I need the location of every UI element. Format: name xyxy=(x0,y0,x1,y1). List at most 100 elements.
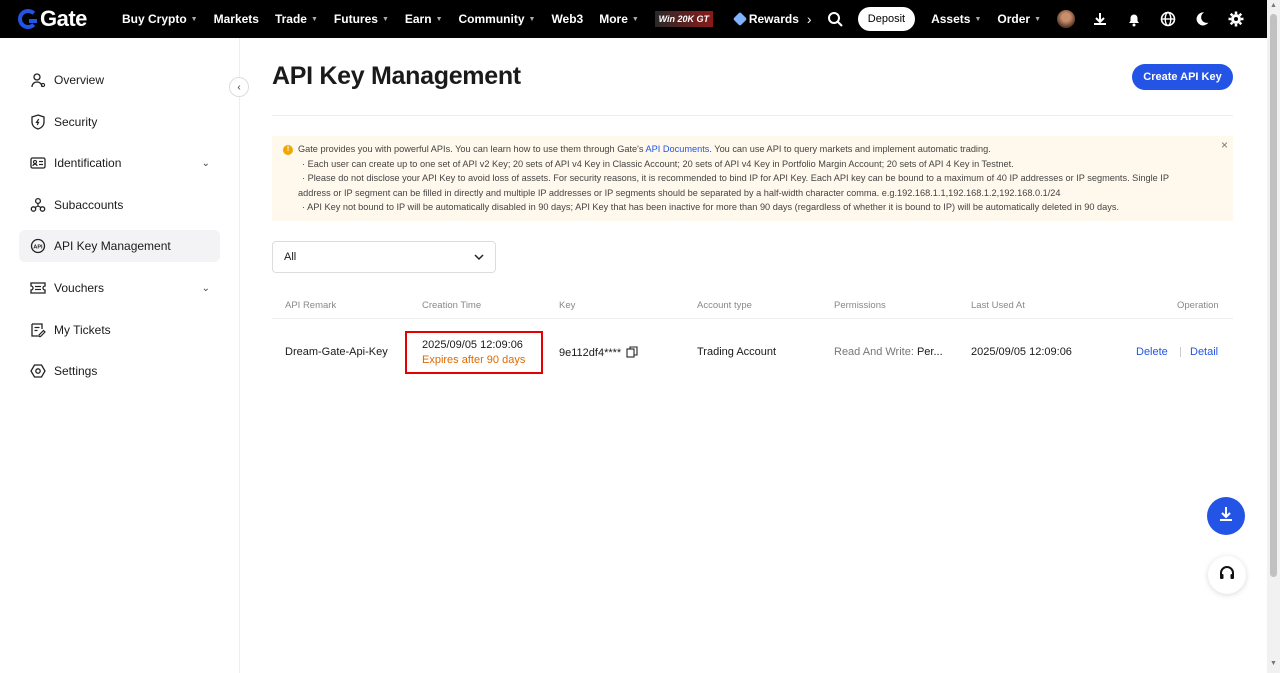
nav-markets[interactable]: Markets xyxy=(214,12,259,26)
column-header-creation-time: Creation Time xyxy=(422,300,482,311)
sidebar-item-settings[interactable]: Settings xyxy=(19,355,220,387)
scroll-down-icon[interactable]: ▼ xyxy=(1270,660,1277,667)
column-header-api-remark: API Remark xyxy=(285,300,337,311)
column-header-account-type: Account type xyxy=(697,300,752,311)
rewards-icon xyxy=(732,11,747,27)
create-api-key-button[interactable]: Create API Key xyxy=(1132,64,1233,90)
headset-icon xyxy=(1218,564,1236,587)
creation-time-highlight xyxy=(405,331,543,374)
sidebar-item-my-tickets[interactable]: My Tickets xyxy=(19,314,220,346)
settings-icon xyxy=(29,362,47,380)
close-icon[interactable]: × xyxy=(1221,138,1228,153)
warning-icon: ! xyxy=(283,145,293,155)
customer-support-button[interactable] xyxy=(1208,556,1246,594)
sidebar-item-label: Vouchers xyxy=(54,281,105,295)
permissions-label: Read And Write: xyxy=(834,346,914,358)
sidebar-item-overview[interactable]: Overview xyxy=(19,64,220,96)
nav-trade[interactable]: Trade ▼ xyxy=(275,12,318,26)
promo-banner[interactable]: Win 20K GT xyxy=(654,11,713,27)
chevron-down-icon: ⌄ xyxy=(201,157,210,169)
top-navbar: Gate Buy Crypto ▼ Markets Trade ▼ Futures ▼… xyxy=(0,0,1267,38)
avatar[interactable] xyxy=(1057,10,1075,28)
cell-account-type: Trading Account xyxy=(697,346,777,358)
sidebar-item-label: API Key Management xyxy=(54,239,171,253)
sidebar-item-api-key-management[interactable]: API API Key Management xyxy=(19,230,220,262)
caret-down-icon: ▼ xyxy=(974,15,982,23)
table-header-divider xyxy=(272,318,1233,319)
sidebar: Overview Security Identification ⌄ Subac… xyxy=(0,38,240,673)
account-filter-select[interactable]: All xyxy=(272,241,496,273)
cell-permissions: Read And Write: Per... xyxy=(834,346,943,358)
column-header-key: Key xyxy=(559,300,576,311)
sidebar-item-identification[interactable]: Identification ⌄ xyxy=(19,147,220,179)
nav-order[interactable]: Order ▼ xyxy=(997,12,1041,26)
user-icon xyxy=(29,71,47,89)
caret-down-icon: ▼ xyxy=(1034,15,1041,23)
voucher-icon xyxy=(29,279,47,297)
nav-community[interactable]: Community ▼ xyxy=(459,12,536,26)
notice-bullet-continued: address or IP segment can be filled in d… xyxy=(298,187,1061,198)
operation-separator xyxy=(1180,347,1181,357)
permissions-value: Per... xyxy=(913,346,943,358)
sidebar-item-security[interactable]: Security xyxy=(19,106,220,138)
scroll-up-icon[interactable]: ▲ xyxy=(1270,2,1277,9)
cell-key: 9e112df4**** xyxy=(559,346,638,361)
gate-logo[interactable]: Gate xyxy=(18,6,106,32)
chevron-left-icon: ‹ xyxy=(237,81,241,93)
ticket-icon xyxy=(29,321,47,339)
cell-api-remark: Dream-Gate-Api-Key xyxy=(285,346,388,358)
globe-icon[interactable] xyxy=(1159,10,1177,28)
sidebar-collapse-button[interactable]: ‹ xyxy=(229,77,249,97)
notice-bullet: · Each user can create up to one set of … xyxy=(302,158,1014,169)
detail-button[interactable]: Detail xyxy=(1190,346,1218,358)
svg-text:API: API xyxy=(33,244,43,250)
sidebar-item-vouchers[interactable]: Vouchers ⌄ xyxy=(19,272,220,304)
nav-more[interactable]: More ▼ xyxy=(599,12,639,26)
sidebar-item-label: Overview xyxy=(54,73,105,87)
id-card-icon xyxy=(29,154,47,172)
sidebar-item-label: My Tickets xyxy=(54,323,111,337)
shield-icon xyxy=(29,113,47,131)
logo-text: Gate xyxy=(40,6,87,31)
sidebar-item-subaccounts[interactable]: Subaccounts xyxy=(19,189,220,221)
scrollbar-thumb[interactable] xyxy=(1270,14,1277,577)
nav-web3[interactable]: Web3 xyxy=(551,12,583,26)
notice-bullet: · Please do not disclose your API Key to… xyxy=(302,173,1169,183)
column-header-operation: Operation xyxy=(1177,300,1219,311)
sidebar-item-label: Settings xyxy=(54,364,98,378)
api-documents-link[interactable]: API Documents xyxy=(646,144,710,154)
download-icon xyxy=(1217,505,1235,528)
caret-down-icon: ▼ xyxy=(528,15,536,23)
cell-last-used: 2025/09/05 12:09:06 xyxy=(971,346,1072,358)
gate-logo-icon xyxy=(18,9,38,29)
nav-assets[interactable]: Assets ▼ xyxy=(931,12,981,26)
nav-futures[interactable]: Futures ▼ xyxy=(334,12,389,26)
search-icon[interactable] xyxy=(826,10,844,28)
download-app-button[interactable] xyxy=(1207,497,1245,535)
notice-bullet: · API Key not bound to IP will be automa… xyxy=(302,202,1119,212)
vertical-scrollbar[interactable]: ▲ ▼ xyxy=(1267,0,1280,673)
delete-button[interactable]: Delete xyxy=(1136,346,1168,358)
caret-down-icon: ▼ xyxy=(631,15,639,23)
bell-icon[interactable] xyxy=(1125,10,1143,28)
filter-value: All xyxy=(284,251,297,263)
dark-mode-icon[interactable] xyxy=(1193,10,1211,28)
divider xyxy=(272,115,1233,116)
gear-icon[interactable] xyxy=(1227,10,1245,28)
column-header-permissions: Permissions xyxy=(834,300,886,311)
caret-down-icon: ▼ xyxy=(310,15,318,23)
api-key-masked: 9e112df4**** xyxy=(559,347,622,359)
caret-down-icon: ▼ xyxy=(435,15,443,23)
nav-rewards[interactable]: Rewards xyxy=(732,11,799,27)
chevron-down-icon: ⌄ xyxy=(201,282,210,294)
download-icon[interactable] xyxy=(1091,10,1109,28)
caret-down-icon: ▼ xyxy=(190,15,198,23)
nav-earn[interactable]: Earn ▼ xyxy=(405,12,443,26)
copy-icon[interactable] xyxy=(626,346,638,361)
column-header-last-used: Last Used At xyxy=(971,300,1025,311)
notice-intro: Gate provides you with powerful APIs. Yo… xyxy=(298,144,991,154)
deposit-button[interactable]: Deposit xyxy=(857,7,916,31)
nav-buy-crypto[interactable]: Buy Crypto ▼ xyxy=(122,12,198,26)
sidebar-item-label: Security xyxy=(54,115,98,129)
api-info-notice: ! × Gate provides you with powerful APIs… xyxy=(272,136,1233,221)
